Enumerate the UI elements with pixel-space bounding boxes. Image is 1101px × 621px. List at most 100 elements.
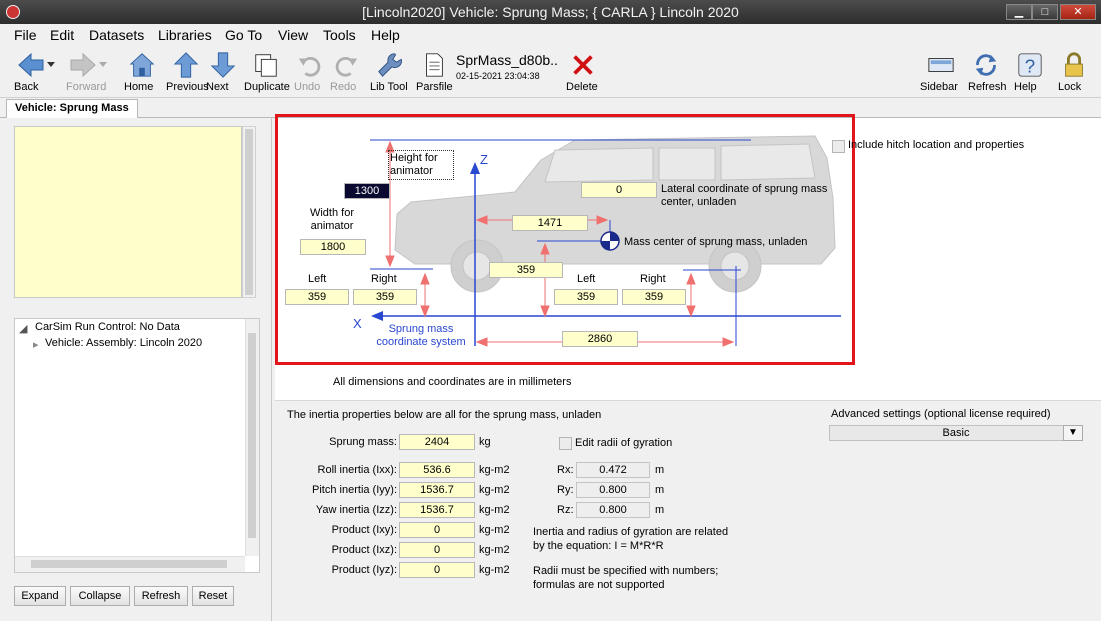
menu-file[interactable]: File (14, 27, 37, 43)
sidebar-button[interactable]: Sidebar (920, 50, 962, 96)
refresh-button[interactable]: Refresh (968, 50, 1007, 96)
ry-unit: m (655, 484, 665, 496)
delete-button[interactable]: Delete (566, 50, 600, 96)
back-button[interactable]: Back (14, 50, 60, 96)
rear-left-field[interactable]: 359 (554, 289, 618, 305)
tree-collapse-icon[interactable]: ◢ (19, 322, 27, 335)
sprung-mass-field[interactable]: 2404 (399, 434, 475, 450)
next-button[interactable]: Next (206, 50, 240, 96)
window-title: [Lincoln2020] Vehicle: Sprung Mass; { CA… (362, 4, 739, 20)
product-ixz-field[interactable]: 0 (399, 542, 475, 558)
tree-refresh-button[interactable]: Refresh (134, 586, 188, 606)
minimize-button[interactable]: ▁ (1006, 4, 1032, 20)
maximize-button[interactable]: □ (1032, 4, 1058, 20)
yaw-inertia-field[interactable]: 1536.7 (399, 502, 475, 518)
front-right-field[interactable]: 359 (353, 289, 417, 305)
menu-datasets[interactable]: Datasets (89, 27, 144, 43)
cg-height-field[interactable]: 359 (489, 262, 563, 278)
expand-button[interactable]: Expand (14, 586, 66, 606)
dataset-tree: ◢ CarSim Run Control: No Data ▸ Vehicle:… (14, 318, 260, 573)
menu-goto[interactable]: Go To (225, 27, 262, 43)
reset-button[interactable]: Reset (192, 586, 234, 606)
forward-button[interactable]: Forward (66, 50, 112, 96)
undo-icon (298, 57, 321, 77)
product-ixy-unit: kg-m2 (479, 524, 510, 536)
product-ixy-field[interactable]: 0 (399, 522, 475, 538)
coordinate-system-label: Sprung mass coordinate system (376, 323, 466, 348)
menu-tools[interactable]: Tools (323, 27, 356, 43)
tree-vscrollbar[interactable] (245, 319, 259, 556)
arrow-down-icon (210, 52, 236, 78)
chevron-down-icon[interactable]: ▼ (1063, 425, 1083, 441)
menu-help[interactable]: Help (371, 27, 400, 43)
height-for-animator-field[interactable]: 1300 (344, 183, 390, 199)
tree-expand-icon[interactable]: ▸ (33, 338, 39, 351)
rear-right-label: Right (640, 273, 666, 285)
yaw-inertia-label: Yaw inertia (Izz): (315, 504, 397, 516)
lateral-coordinate-label: Lateral coordinate of sprung mass center… (661, 183, 828, 208)
previous-button[interactable]: Previous (166, 50, 209, 96)
undo-button[interactable]: Undo (294, 50, 326, 96)
front-left-label: Left (308, 273, 327, 285)
duplicate-button[interactable]: Duplicate (244, 50, 290, 96)
menu-view[interactable]: View (278, 27, 308, 43)
dataset-name: SprMass_d80b.. (456, 52, 558, 68)
lib-tool-button[interactable]: Lib Tool (370, 50, 410, 96)
tree-item-run-control[interactable]: CarSim Run Control: No Data (35, 321, 180, 333)
advanced-settings-select[interactable]: Basic (829, 425, 1083, 441)
edit-radii-checkbox[interactable] (559, 437, 572, 450)
collapse-button[interactable]: Collapse (70, 586, 130, 606)
front-right-label: Right (371, 273, 397, 285)
redo-button[interactable]: Redo (330, 50, 362, 96)
rz-field[interactable]: 0.800 (576, 502, 650, 518)
lock-button[interactable]: Lock (1058, 50, 1090, 96)
yaw-inertia-unit: kg-m2 (479, 504, 510, 516)
lateral-coordinate-field[interactable]: 0 (581, 182, 657, 198)
advanced-settings-label: Advanced settings (optional license requ… (831, 408, 1051, 420)
width-for-animator-field[interactable]: 1800 (300, 239, 366, 255)
ry-field[interactable]: 0.800 (576, 482, 650, 498)
tree-item-vehicle-assembly[interactable]: Vehicle: Assembly: Lincoln 2020 (45, 337, 202, 349)
close-window-button[interactable]: ✕ (1060, 4, 1096, 20)
z-axis-label: Z (480, 152, 488, 167)
rz-label: Rz: (557, 504, 574, 516)
menu-libraries[interactable]: Libraries (158, 27, 212, 43)
rear-right-field[interactable]: 359 (622, 289, 686, 305)
radii-numbers-note: Radii must be specified with numbers; fo… (533, 565, 719, 591)
title-bar: [Lincoln2020] Vehicle: Sprung Mass; { CA… (0, 0, 1101, 24)
home-button[interactable]: Home (124, 50, 160, 96)
front-left-field[interactable]: 359 (285, 289, 349, 305)
product-iyz-field[interactable]: 0 (399, 562, 475, 578)
sprung-mass-unit: kg (479, 436, 491, 448)
notes-scrollbar[interactable] (242, 126, 256, 298)
sprung-mass-label: Sprung mass: (329, 436, 397, 448)
roll-inertia-field[interactable]: 536.6 (399, 462, 475, 478)
tab-vehicle-sprung-mass[interactable]: Vehicle: Sprung Mass (6, 99, 138, 118)
menu-bar: File Edit Datasets Libraries Go To View … (0, 24, 1101, 46)
notes-textarea[interactable] (14, 126, 242, 298)
back-arrow-icon (18, 52, 55, 78)
inertia-equation-note: Inertia and radius of gyration are relat… (533, 526, 729, 552)
pitch-inertia-unit: kg-m2 (479, 484, 510, 496)
menu-edit[interactable]: Edit (50, 27, 74, 43)
cg-x-field[interactable]: 1471 (512, 215, 588, 231)
product-iyz-label: Product (Iyz): (331, 564, 397, 576)
wheelbase-field[interactable]: 2860 (562, 331, 638, 347)
lock-icon (1065, 52, 1083, 77)
delete-x-icon (573, 55, 593, 75)
product-ixz-label: Product (Ixz): (331, 544, 397, 556)
svg-text:?: ? (1025, 55, 1035, 76)
rx-field[interactable]: 0.472 (576, 462, 650, 478)
ry-label: Ry: (557, 484, 574, 496)
help-button[interactable]: ? Help (1014, 50, 1046, 96)
redo-icon (335, 57, 358, 77)
left-panel: ◢ CarSim Run Control: No Data ▸ Vehicle:… (0, 118, 272, 621)
edit-radii-label: Edit radii of gyration (575, 437, 673, 449)
tree-hscrollbar[interactable] (15, 556, 245, 572)
product-ixy-label: Product (Ixy): (331, 524, 397, 536)
include-hitch-checkbox[interactable] (832, 140, 845, 153)
dataset-date: 02-15-2021 23:04:38 (456, 71, 540, 81)
help-icon: ? (1018, 53, 1042, 77)
parsfile-button[interactable]: Parsfile (416, 50, 453, 96)
pitch-inertia-field[interactable]: 1536.7 (399, 482, 475, 498)
